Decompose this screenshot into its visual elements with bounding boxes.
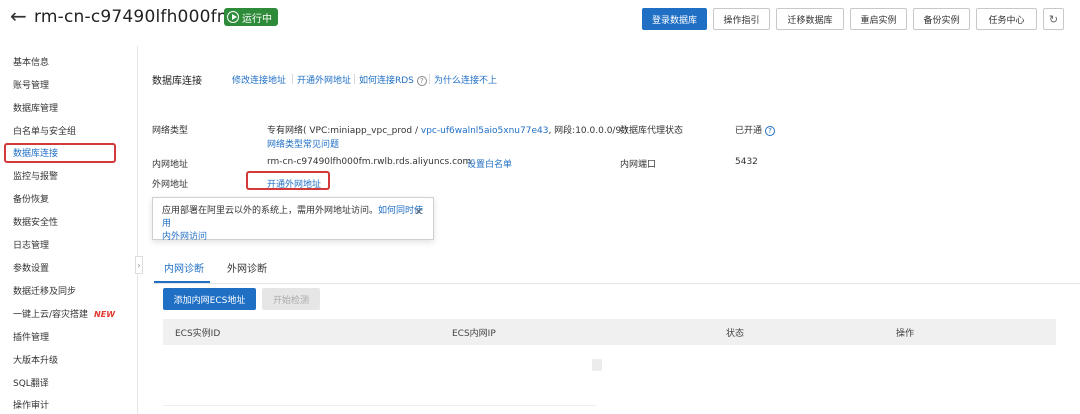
column-header: 操作 bbox=[896, 329, 915, 339]
column-header: 状态 bbox=[726, 329, 745, 339]
sidebar-item-db-connection[interactable]: 数据库连接 bbox=[13, 147, 58, 161]
sidebar-nav: 基本信息 账号管理 数据库管理 白名单与安全组 数据库连接 监控与报警 备份恢复… bbox=[0, 46, 138, 414]
tab-public-diagnosis[interactable]: 外网诊断 bbox=[227, 260, 267, 275]
operation-guide-button[interactable]: 操作指引 bbox=[713, 8, 770, 30]
public-address-tooltip: 应用部署在阿里云以外的系统上，需用外网地址访问。如何同时使用 内外网访问 ✕ bbox=[152, 197, 434, 242]
section-title: 数据库连接 bbox=[152, 76, 202, 87]
empty-placeholder bbox=[592, 359, 602, 371]
public-address-highlight bbox=[246, 171, 330, 190]
instance-title: rm-cn-c97490lfh000fm bbox=[34, 7, 234, 27]
sidebar-item-plugins[interactable]: 插件管理 bbox=[13, 331, 49, 345]
backup-instance-button[interactable]: 备份实例 bbox=[913, 8, 970, 30]
new-badge: NEW bbox=[94, 310, 116, 319]
set-whitelist-link[interactable]: 设置白名单 bbox=[467, 157, 512, 170]
proxy-status-value: 已开通? bbox=[735, 123, 776, 136]
sidebar-item-migration[interactable]: 数据迁移及同步 bbox=[13, 285, 76, 299]
restart-instance-button[interactable]: 重启实例 bbox=[850, 8, 907, 30]
intranet-port-label: 内网端口 bbox=[620, 160, 657, 170]
network-type-label: 网络类型 bbox=[152, 126, 189, 136]
refresh-button[interactable]: ↻ bbox=[1043, 8, 1064, 30]
sidebar-item-logs[interactable]: 日志管理 bbox=[13, 239, 49, 253]
task-center-button[interactable]: 任务中心 bbox=[976, 8, 1037, 30]
sidebar-item-monitoring[interactable]: 监控与报警 bbox=[13, 170, 58, 184]
intranet-address-label: 内网地址 bbox=[152, 160, 189, 170]
tooltip-help-link-continued[interactable]: 内外网访问 bbox=[162, 232, 207, 242]
migrate-database-button[interactable]: 迁移数据库 bbox=[776, 8, 844, 30]
sidebar-item-whitelist[interactable]: 白名单与安全组 bbox=[13, 125, 76, 139]
public-address-label: 外网地址 bbox=[152, 180, 189, 190]
sidebar-item-upgrade[interactable]: 大版本升级 bbox=[13, 354, 58, 368]
help-icon: ? bbox=[416, 76, 427, 86]
sidebar-item-accounts[interactable]: 账号管理 bbox=[13, 79, 49, 93]
sidebar-item-data-security[interactable]: 数据安全性 bbox=[13, 216, 58, 230]
sidebar-item-databases[interactable]: 数据库管理 bbox=[13, 102, 58, 116]
status-text: 运行中 bbox=[242, 13, 272, 25]
table-divider bbox=[163, 405, 596, 406]
sidebar-item-sql-translate[interactable]: SQL翻译 bbox=[13, 377, 49, 391]
link-divider bbox=[429, 74, 430, 84]
column-header: ECS实例ID bbox=[175, 329, 221, 339]
proxy-status-label: 数据库代理状态 bbox=[620, 126, 684, 136]
proxy-status-text: 已开通 bbox=[735, 126, 763, 136]
open-public-address-link[interactable]: 开通外网地址 bbox=[297, 73, 351, 86]
why-cannot-connect-link[interactable]: 为什么连接不上 bbox=[434, 73, 497, 86]
start-detection-button: 开始检测 bbox=[262, 288, 320, 310]
sidebar-item-cloud-migration[interactable]: 一键上云/容灾搭建 NEW bbox=[13, 308, 115, 322]
arrow-left-icon[interactable]: ← bbox=[10, 4, 27, 28]
ecs-table-header: ECS实例ID ECS内网IP 状态 操作 bbox=[163, 319, 1056, 345]
sidebar-item-basic-info[interactable]: 基本信息 bbox=[13, 56, 49, 70]
network-segment-text: , 网段:10.0.0.0/9 ) bbox=[548, 126, 628, 136]
refresh-icon: ↻ bbox=[1048, 12, 1059, 26]
network-type-text: 专有网络( VPC:miniapp_vpc_prod / bbox=[267, 126, 421, 136]
sidebar-item-backup[interactable]: 备份恢复 bbox=[13, 193, 49, 207]
tooltip-text: 应用部署在阿里云以外的系统上，需用外网地址访问。 bbox=[162, 206, 379, 216]
close-icon[interactable]: ✕ bbox=[415, 206, 423, 219]
how-to-connect-label: 如何连接RDS bbox=[359, 76, 414, 86]
link-divider bbox=[354, 74, 355, 84]
add-intranet-ecs-button[interactable]: 添加内网ECS地址 bbox=[163, 288, 256, 310]
how-to-connect-link[interactable]: 如何连接RDS? bbox=[359, 73, 427, 86]
help-icon[interactable]: ? bbox=[765, 126, 776, 136]
network-type-value: 专有网络( VPC:miniapp_vpc_prod / vpc-uf6waln… bbox=[267, 123, 628, 136]
network-type-faq-link[interactable]: 网络类型常见问题 bbox=[267, 137, 339, 150]
tab-intranet-diagnosis[interactable]: 内网诊断 bbox=[164, 260, 204, 275]
vpc-id-link[interactable]: vpc-uf6walnl5aio5xnu77e43 bbox=[421, 126, 549, 136]
sidebar-item-audit[interactable]: 操作审计 bbox=[13, 399, 49, 413]
sidebar-item-label: 一键上云/容灾搭建 bbox=[13, 310, 89, 320]
tabs-divider bbox=[152, 283, 1080, 284]
main-content: 数据库连接 修改连接地址 开通外网地址 如何连接RDS? 为什么连接不上 网络类… bbox=[150, 46, 1080, 414]
page-header: ← rm-cn-c97490lfh000fm 运行中 登录数据库 操作指引 迁移… bbox=[0, 0, 1080, 38]
modify-address-link[interactable]: 修改连接地址 bbox=[232, 73, 286, 86]
sidebar-collapse-handle[interactable]: › bbox=[135, 256, 143, 274]
intranet-address-value: rm-cn-c97490lfh000fm.rwlb.rds.aliyuncs.c… bbox=[267, 157, 472, 167]
intranet-port-value: 5432 bbox=[735, 157, 758, 167]
status-badge: 运行中 bbox=[224, 8, 278, 26]
login-database-button[interactable]: 登录数据库 bbox=[642, 8, 707, 30]
sidebar-item-parameters[interactable]: 参数设置 bbox=[13, 262, 49, 276]
column-header: ECS内网IP bbox=[452, 329, 496, 339]
link-divider bbox=[292, 74, 293, 84]
play-circle-icon bbox=[227, 11, 239, 23]
